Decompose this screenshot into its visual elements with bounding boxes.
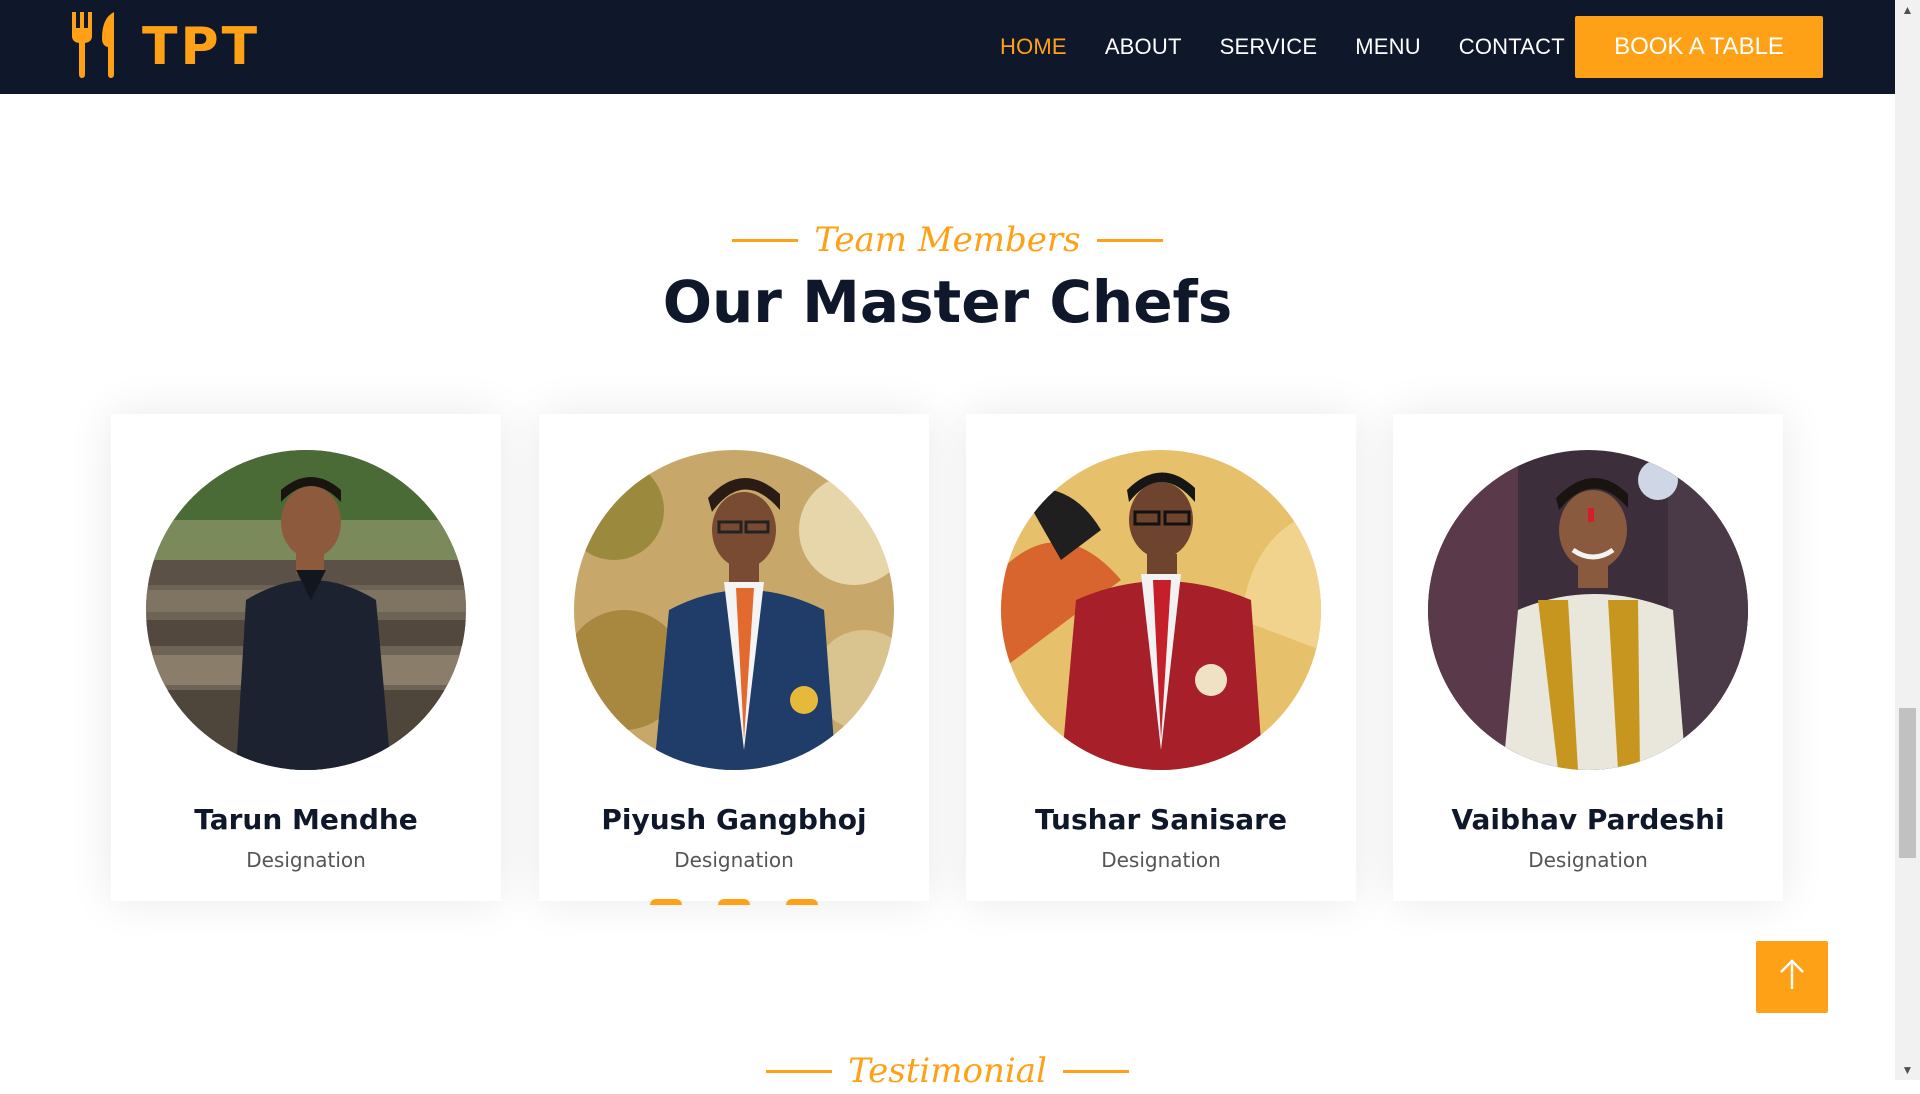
team-subtitle: Team Members <box>814 220 1081 260</box>
member-name: Tarun Mendhe <box>194 803 418 836</box>
member-designation: Designation <box>1101 848 1221 872</box>
utensils-icon <box>70 11 126 83</box>
nav-contact-link[interactable]: CONTACT <box>1459 34 1565 60</box>
main-nav: HOME ABOUT SERVICE MENU CONTACT <box>1000 0 1603 94</box>
divider-line <box>766 1069 833 1073</box>
nav-menu-link[interactable]: MENU <box>1355 34 1421 60</box>
page-scrollbar[interactable]: ▲ ▼ <box>1895 0 1920 1080</box>
member-designation: Designation <box>674 848 794 872</box>
scroll-down-icon[interactable]: ▼ <box>1895 1060 1920 1080</box>
nav-home-link[interactable]: HOME <box>1000 34 1067 60</box>
brand-name: TPT <box>142 17 261 77</box>
team-card[interactable]: Tushar Sanisare Designation <box>966 414 1356 901</box>
member-photo <box>1428 450 1748 770</box>
arrow-up-icon <box>1778 958 1806 996</box>
avatar <box>146 450 466 770</box>
divider-line <box>1062 1069 1129 1073</box>
social-icon[interactable] <box>718 899 750 905</box>
team-title: Our Master Chefs <box>662 268 1233 336</box>
avatar <box>1001 450 1321 770</box>
team-card[interactable]: Tarun Mendhe Designation <box>111 414 501 901</box>
member-designation: Designation <box>246 848 366 872</box>
nav-about-link[interactable]: ABOUT <box>1105 34 1182 60</box>
avatar <box>574 450 894 770</box>
member-name: Tushar Sanisare <box>1035 803 1287 836</box>
avatar <box>1428 450 1748 770</box>
scroll-up-icon[interactable]: ▲ <box>1895 0 1920 20</box>
section-subtitle: Team Members <box>0 212 1895 268</box>
member-photo <box>146 450 466 770</box>
team-card[interactable]: Piyush Gangbhoj Designation <box>539 414 929 905</box>
social-icon[interactable] <box>786 899 818 905</box>
scroll-thumb[interactable] <box>1899 708 1916 858</box>
member-name: Piyush Gangbhoj <box>601 803 867 836</box>
member-name: Vaibhav Pardeshi <box>1451 803 1725 836</box>
member-photo <box>574 450 894 770</box>
brand-logo[interactable]: TPT <box>70 11 261 83</box>
testimonial-subtitle: Testimonial <box>848 1051 1047 1091</box>
navbar: TPT HOME ABOUT SERVICE MENU CONTACT BOOK… <box>0 0 1895 94</box>
nav-service-link[interactable]: SERVICE <box>1220 34 1318 60</box>
book-table-button[interactable]: BOOK A TABLE <box>1575 16 1823 78</box>
back-to-top-button[interactable] <box>1756 941 1828 1013</box>
social-icon[interactable] <box>650 899 682 905</box>
member-photo <box>1001 450 1321 770</box>
divider-line <box>732 238 799 242</box>
divider-line <box>1096 238 1163 242</box>
member-designation: Designation <box>1528 848 1648 872</box>
social-links <box>539 899 929 905</box>
team-card[interactable]: Vaibhav Pardeshi Designation <box>1393 414 1783 901</box>
testimonial-subtitle-row: Testimonial <box>0 1048 1895 1094</box>
